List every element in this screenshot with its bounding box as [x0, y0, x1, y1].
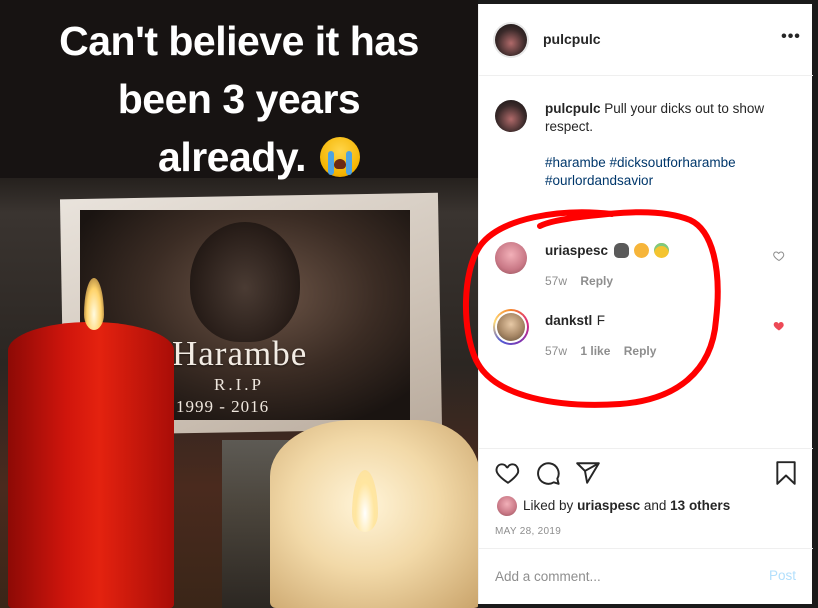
comment-age: 57w: [545, 274, 568, 288]
add-comment-input[interactable]: [495, 566, 745, 586]
caption-avatar[interactable]: [495, 100, 527, 132]
actions-divider: [479, 448, 813, 449]
post-date[interactable]: MAY 28, 2019: [495, 526, 561, 537]
comment-username[interactable]: dankstl: [545, 313, 592, 328]
comment-age: 57w: [545, 344, 568, 358]
liked-by-others[interactable]: 13 others: [670, 498, 730, 513]
meme-caption-line-1: Can't believe it has: [59, 18, 419, 64]
reply-button[interactable]: Reply: [580, 274, 613, 288]
meme-caption: Can't believe it has been 3 years alread…: [0, 12, 478, 186]
comment-row: dankstl F: [545, 312, 765, 330]
red-candle: [8, 322, 174, 608]
header-divider: [479, 75, 813, 76]
meme-caption-line-3-text: already.: [158, 134, 306, 180]
angel-face-emoji: [654, 243, 670, 258]
comment-likes[interactable]: 1 like: [580, 344, 610, 358]
cat-face-emoji: [633, 243, 649, 258]
liked-by-avatar[interactable]: [497, 496, 517, 516]
gorilla-face: [190, 222, 300, 342]
meme-caption-line-2: been 3 years: [117, 76, 361, 122]
comment-box-divider: [479, 548, 813, 549]
comment-avatar-dankstl[interactable]: [497, 313, 525, 341]
liked-by-prefix: Liked by: [523, 498, 574, 513]
comment-username[interactable]: uriaspesc: [545, 243, 608, 258]
header-username[interactable]: pulcpulc: [543, 31, 601, 47]
gorilla-emoji: [613, 243, 629, 258]
bookmark-icon[interactable]: [773, 460, 799, 486]
caption-hashtags[interactable]: #harambe #dicksoutforharambe #ourlordand…: [545, 154, 795, 190]
meme-caption-line-3: already.: [118, 128, 360, 186]
post-comment-button[interactable]: Post: [769, 568, 796, 583]
comment-meta: 57w Reply: [545, 274, 623, 288]
heart-filled-icon[interactable]: [773, 320, 785, 332]
comment-avatar-uriaspesc[interactable]: [495, 242, 527, 274]
comment-bubble-icon[interactable]: [535, 460, 561, 486]
avatar[interactable]: [495, 24, 527, 56]
comment-meta: 57w 1 like Reply: [545, 344, 666, 358]
paper-plane-icon[interactable]: [575, 460, 601, 486]
caption-username[interactable]: pulcpulc: [545, 101, 601, 116]
post-caption: pulcpulc Pull your dicks out to show res…: [545, 100, 795, 136]
memorial-name: Harambe: [172, 334, 308, 373]
heart-outline-icon[interactable]: [495, 460, 521, 486]
liked-by-middle: and: [643, 498, 667, 513]
post-panel: pulcpulc ••• pulcpulc Pull your dicks ou…: [478, 4, 813, 604]
liked-by-username[interactable]: uriaspesc: [577, 498, 640, 513]
more-options-icon[interactable]: •••: [781, 29, 801, 45]
comment-text: F: [596, 313, 605, 328]
reply-button[interactable]: Reply: [624, 344, 657, 358]
post-photo[interactable]: Harambe R.I.P 1999 - 2016 Can't believe …: [0, 0, 478, 608]
heart-outline-icon[interactable]: [773, 250, 785, 262]
loudly-crying-face-emoji: [319, 137, 360, 177]
comment-row: uriaspesc: [545, 242, 765, 260]
memorial-years: 1999 - 2016: [176, 397, 270, 416]
memorial-rip: R.I.P: [214, 375, 264, 394]
liked-by-line: Liked by uriaspesc and 13 others: [523, 498, 730, 513]
